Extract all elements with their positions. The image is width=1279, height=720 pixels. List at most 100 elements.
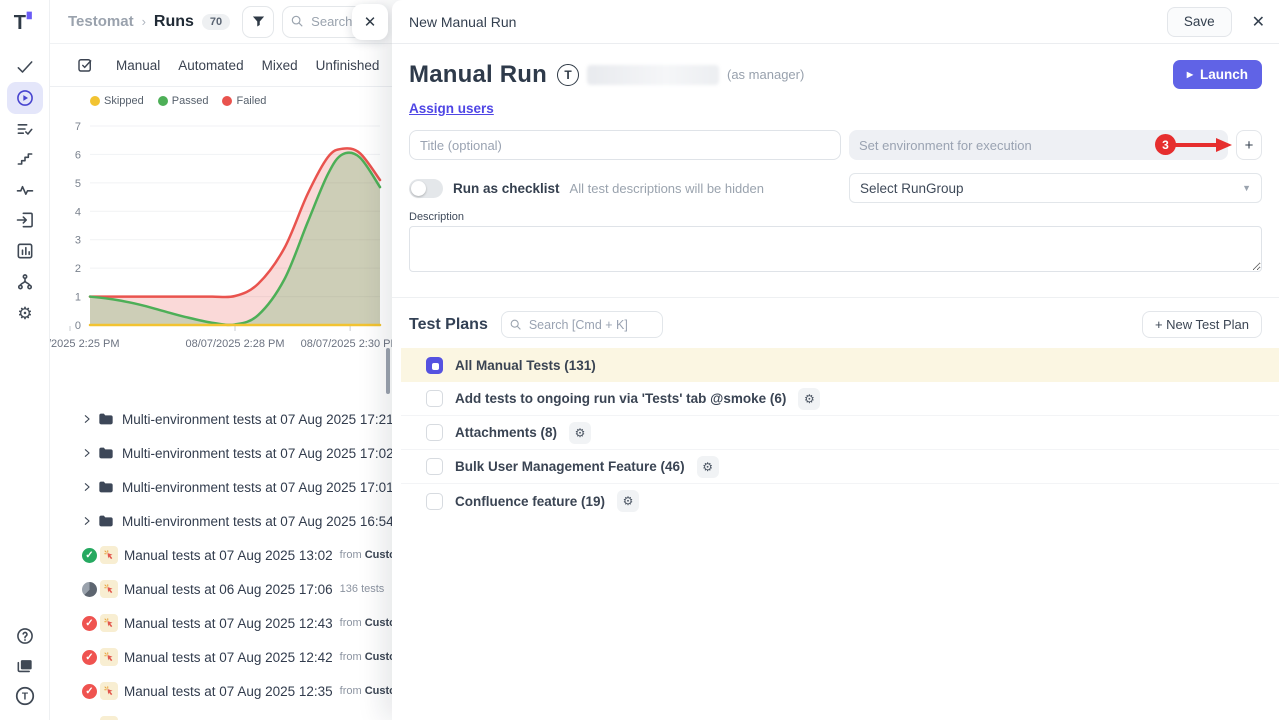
assign-users-link[interactable]: Assign users xyxy=(409,101,494,116)
test-plan-row[interactable]: Confluence feature (19) ⚙ xyxy=(401,484,1279,518)
tasks-check-icon[interactable] xyxy=(7,51,43,83)
save-button[interactable]: Save xyxy=(1167,7,1232,37)
chevron-right-icon[interactable] xyxy=(82,482,92,492)
run-as-checklist-toggle[interactable] xyxy=(409,179,443,198)
test-plan-settings-button[interactable]: ⚙ xyxy=(617,490,639,512)
test-plans-search-input[interactable] xyxy=(501,311,663,338)
run-list-item[interactable]: ✓ Manual tests at 07 Aug 2025 12:43 from… xyxy=(50,606,392,640)
folder-icon xyxy=(98,514,114,528)
help-icon[interactable] xyxy=(7,620,43,652)
run-list-item[interactable]: ✓ Multi-environment tests at 07 Aug 2025… xyxy=(50,470,392,504)
run-meta: from Custom xyxy=(340,685,392,697)
profile-logo-icon[interactable]: T xyxy=(7,680,43,712)
analytics-icon[interactable] xyxy=(7,235,43,267)
tab-unfinished[interactable]: Unfinished xyxy=(316,58,380,73)
test-plan-label: Confluence feature (19) xyxy=(455,494,605,509)
run-label: Multi-environment tests at 07 Aug 2025 1… xyxy=(122,480,392,495)
projects-icon[interactable] xyxy=(7,650,43,682)
drawer-body: Manual Run T (as manager) ▶ Launch Assig… xyxy=(392,44,1279,518)
close-icon: ✕ xyxy=(364,13,377,31)
test-plan-checkbox[interactable] xyxy=(426,357,443,374)
run-meta: from Custom xyxy=(340,617,392,629)
legend-item[interactable]: Passed xyxy=(158,95,209,107)
chart-canvas: 0123456708/07/2025 2:25 PM08/07/2025 2:2… xyxy=(50,111,392,359)
runs-header: Testomat › Runs 70 ✕ xyxy=(50,0,392,44)
run-label: Manual tests at 07 Aug 2025 12:43 xyxy=(124,616,333,631)
tab-mixed[interactable]: Mixed xyxy=(262,58,298,73)
test-plan-checkbox[interactable] xyxy=(426,458,443,475)
rungroup-select[interactable]: Select RunGroup ▼ xyxy=(849,173,1262,203)
svg-text:1: 1 xyxy=(75,292,81,304)
section-divider xyxy=(392,297,1279,298)
run-label: Multi-environment tests at 07 Aug 2025 1… xyxy=(122,412,392,427)
description-label: Description xyxy=(409,211,1262,223)
test-plan-label: Bulk User Management Feature (46) xyxy=(455,459,685,474)
checklist-icon[interactable] xyxy=(7,113,43,145)
svg-text:2: 2 xyxy=(75,263,81,275)
test-plan-row[interactable]: Attachments (8) ⚙ xyxy=(401,416,1279,450)
test-plan-settings-button[interactable]: ⚙ xyxy=(697,456,719,478)
run-label: Manual tests at 07 Aug 2025 12:35 xyxy=(124,684,333,699)
test-plan-label: Add tests to ongoing run via 'Tests' tab… xyxy=(455,391,786,406)
chevron-right-icon[interactable] xyxy=(82,414,92,424)
steps-icon[interactable] xyxy=(7,143,43,175)
testomat-logo-icon[interactable]: T▘ xyxy=(0,8,50,38)
new-test-plan-button[interactable]: + New Test Plan xyxy=(1142,311,1262,338)
owner-avatar: T xyxy=(557,64,579,86)
run-title-input[interactable] xyxy=(409,130,841,160)
chevron-right-icon[interactable] xyxy=(82,516,92,526)
left-panel-scrollbar[interactable] xyxy=(386,348,390,394)
run-label: Manual tests at 06 Aug 2025 17:06 xyxy=(124,582,333,597)
gear-icon: ⚙ xyxy=(623,494,634,508)
test-plan-checkbox[interactable] xyxy=(426,424,443,441)
pulse-icon[interactable] xyxy=(7,174,43,206)
launch-button[interactable]: ▶ Launch xyxy=(1173,60,1262,89)
import-icon[interactable] xyxy=(7,204,43,236)
run-label: Multi-environment tests at 07 Aug 2025 1… xyxy=(122,446,392,461)
run-heading: Manual Run xyxy=(409,61,547,89)
runs-play-icon[interactable] xyxy=(7,82,43,114)
description-textarea[interactable] xyxy=(409,226,1262,272)
new-manual-run-drawer: New Manual Run Save ✕ Manual Run T (as m… xyxy=(392,0,1279,720)
runs-list: ✓ Multi-environment tests at 07 Aug 2025… xyxy=(50,402,392,720)
runs-count-badge: 70 xyxy=(202,14,230,30)
tab-manual[interactable]: Manual xyxy=(116,58,160,73)
legend-item[interactable]: Skipped xyxy=(90,95,144,107)
branch-icon[interactable] xyxy=(7,266,43,298)
gear-icon: ⚙ xyxy=(702,460,713,474)
test-plan-row[interactable]: All Manual Tests (131) ⚙ xyxy=(401,348,1279,382)
test-plan-checkbox[interactable] xyxy=(426,390,443,407)
run-list-item[interactable]: ✓ Multi-environment tests at 07 Aug 2025… xyxy=(50,504,392,538)
owner-role-label: (as manager) xyxy=(727,67,804,82)
drawer-close-button[interactable]: ✕ xyxy=(1252,12,1265,32)
run-status-icon: ✓ xyxy=(82,650,97,665)
chevron-right-icon[interactable] xyxy=(82,448,92,458)
svg-text:6: 6 xyxy=(75,149,81,161)
test-plan-row[interactable]: Bulk User Management Feature (46) ⚙ xyxy=(401,450,1279,484)
test-plan-settings-button[interactable]: ⚙ xyxy=(798,388,820,410)
run-list-item[interactable]: ✓ xyxy=(50,708,392,720)
run-list-item[interactable]: ✓ Manual tests at 07 Aug 2025 13:02 from… xyxy=(50,538,392,572)
run-list-item[interactable]: ✓ Multi-environment tests at 07 Aug 2025… xyxy=(50,402,392,436)
drawer-close-floating-button[interactable]: ✕ xyxy=(352,4,388,40)
breadcrumb-app[interactable]: Testomat xyxy=(68,13,134,30)
test-plan-settings-button[interactable]: ⚙ xyxy=(569,422,591,444)
select-runs-icon[interactable] xyxy=(76,56,94,74)
search-icon xyxy=(509,318,522,331)
test-plan-row[interactable]: Add tests to ongoing run via 'Tests' tab… xyxy=(401,382,1279,416)
run-list-item[interactable]: ✓ Multi-environment tests at 07 Aug 2025… xyxy=(50,436,392,470)
test-plans-search xyxy=(501,311,663,338)
run-list-item[interactable]: ✓ Manual tests at 06 Aug 2025 17:06 136 … xyxy=(50,572,392,606)
test-plan-checkbox[interactable] xyxy=(426,493,443,510)
add-environment-button[interactable]: + xyxy=(1236,130,1262,160)
legend-item[interactable]: Failed xyxy=(222,95,266,107)
run-list-item[interactable]: ✓ Manual tests at 07 Aug 2025 12:42 from… xyxy=(50,640,392,674)
folder-icon xyxy=(98,480,114,494)
run-list-item[interactable]: ✓ Manual tests at 07 Aug 2025 12:35 from… xyxy=(50,674,392,708)
tab-automated[interactable]: Automated xyxy=(178,58,243,73)
filter-button[interactable] xyxy=(242,6,274,38)
settings-gear-icon[interactable]: ⚙ xyxy=(7,297,43,329)
breadcrumb-page[interactable]: Runs xyxy=(154,13,194,31)
drawer-header: New Manual Run Save ✕ xyxy=(392,0,1279,44)
legend-label: Passed xyxy=(172,95,209,107)
